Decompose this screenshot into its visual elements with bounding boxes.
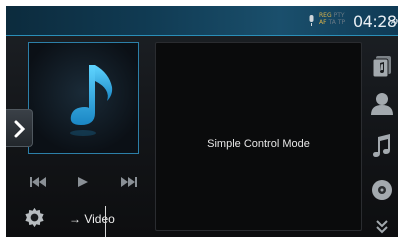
play-icon <box>78 177 88 187</box>
artist-icon <box>371 93 393 115</box>
skip-next-icon <box>121 177 137 187</box>
simple-control-mode-label: Simple Control Mode <box>207 138 310 150</box>
more-button[interactable] <box>371 219 393 237</box>
indicator-ta: TA <box>328 19 336 26</box>
music-note-icon <box>70 65 113 136</box>
indicator-pty: PTY <box>333 12 345 19</box>
side-panel-tab[interactable] <box>6 109 33 147</box>
head-unit-screen: REGPTY AFTATP 04:28 AM Simple Control Mo… <box>6 6 398 237</box>
tuner-indicators: REG PTY AF TA TP <box>319 12 353 32</box>
clock-ampm: AM <box>391 19 398 26</box>
video-link[interactable]: → Video <box>69 212 115 226</box>
play-button[interactable] <box>77 176 89 188</box>
artist-button[interactable] <box>371 91 393 115</box>
album-button[interactable] <box>371 178 393 202</box>
skip-previous-icon <box>30 177 46 187</box>
next-track-button[interactable] <box>119 176 137 188</box>
playlist-button[interactable] <box>371 54 393 78</box>
gear-icon <box>25 207 44 228</box>
disc-icon <box>372 180 392 200</box>
songs-button[interactable] <box>371 133 393 157</box>
prev-track-button[interactable] <box>30 176 48 188</box>
album-art[interactable] <box>28 42 139 154</box>
music-note-icon <box>373 134 390 157</box>
source-menu <box>365 36 398 237</box>
microphone-icon <box>309 15 314 26</box>
indicator-reg: REG <box>319 12 332 19</box>
chevron-down-double-icon <box>376 220 388 234</box>
status-bar: REGPTY AFTATP 04:28 AM <box>6 6 398 36</box>
chevron-right-icon <box>14 120 26 138</box>
pointer-line <box>105 206 106 237</box>
simple-control-panel[interactable]: Simple Control Mode <box>155 42 362 231</box>
playlist-icon <box>372 56 391 78</box>
indicator-af: AF <box>319 19 327 26</box>
settings-button[interactable] <box>23 206 46 229</box>
indicator-tp: TP <box>337 19 346 26</box>
